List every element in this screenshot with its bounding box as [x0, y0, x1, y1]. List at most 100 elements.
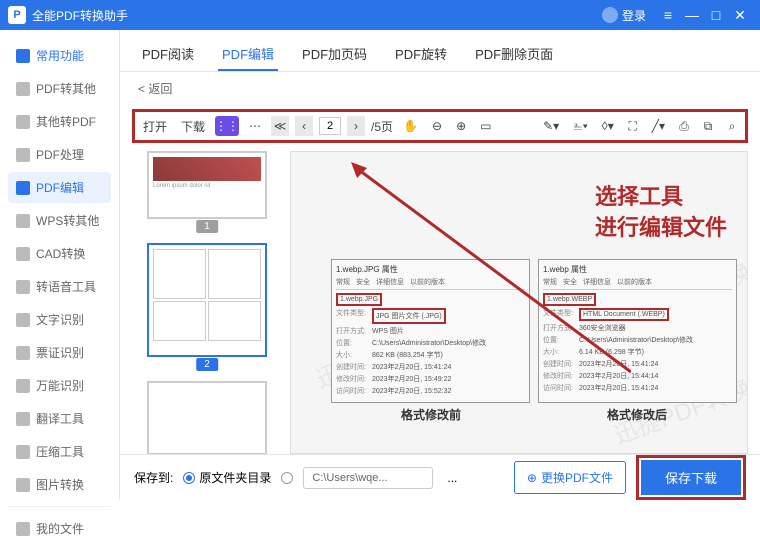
sidebar-label: CAD转换 [36, 245, 85, 262]
prev-page-button[interactable]: ‹ [295, 116, 313, 136]
search-icon[interactable]: ⌕ [723, 116, 741, 136]
tab-1[interactable]: PDF编辑 [218, 38, 278, 71]
sidebar-icon [16, 181, 30, 195]
sidebar-icon [16, 445, 30, 459]
sidebar-icon [16, 280, 30, 294]
sidebar-icon [16, 148, 30, 162]
app-logo-icon: P [8, 6, 26, 24]
change-pdf-button[interactable]: ⊕ 更换PDF文件 [514, 461, 626, 494]
thumbnail-2[interactable]: 2 [147, 243, 267, 357]
sidebar-icon [16, 379, 30, 393]
tab-0[interactable]: PDF阅读 [138, 38, 198, 71]
minimize-button[interactable]: — [680, 7, 704, 23]
dlg-acc: 2023年2月20日, 15:41:24 [579, 383, 658, 393]
plus-icon: ⊕ [527, 471, 537, 485]
save-button-highlight: 保存下载 [636, 455, 746, 500]
text-tool-icon[interactable]: ⎁▾ [569, 116, 592, 136]
sidebar-item-14[interactable]: 我的文件 [8, 513, 111, 544]
thumbnail-3[interactable]: 3 [147, 381, 267, 454]
sidebar-icon [16, 82, 30, 96]
sidebar-item-9[interactable]: 票证识别 [8, 337, 111, 368]
toolbar-highlight: 打开 下载 ⋮⋮ ⋯ ≪ ‹ › /5页 ✋ ⊖ ⊕ ▭ ✎▾ ⎁▾ ◊▾ ⛶ … [132, 109, 748, 143]
close-button[interactable]: ✕ [728, 7, 752, 24]
print-icon[interactable]: ⎙ [675, 116, 693, 136]
page-total: /5页 [371, 118, 393, 135]
sidebar: 常用功能 PDF转其他其他转PDF PDF处理 PDF编辑 WPS转其他 CAD转换转语音… [0, 30, 120, 500]
sidebar-icon [16, 247, 30, 261]
back-button[interactable]: < 返回 [120, 72, 760, 105]
open-button[interactable]: 打开 [139, 116, 171, 136]
sidebar-label: 其他转PDF [36, 113, 96, 130]
hand-tool-icon[interactable]: ✋ [399, 116, 422, 136]
more-icon[interactable]: ⋯ [245, 116, 265, 136]
sidebar-label: 万能识别 [36, 377, 84, 394]
browse-button[interactable]: ... [443, 468, 461, 488]
sidebar-icon [16, 49, 30, 63]
sidebar-label: 转语音工具 [36, 278, 96, 295]
tabs: PDF阅读 PDF编辑 PDF加页码 PDF旋转 PDF删除页面 [120, 30, 760, 72]
sidebar-item-0[interactable]: 常用功能 [8, 40, 111, 71]
copy-icon[interactable]: ⧉ [699, 116, 717, 136]
sidebar-item-10[interactable]: 万能识别 [8, 370, 111, 401]
toolbar: 打开 下载 ⋮⋮ ⋯ ≪ ‹ › /5页 ✋ ⊖ ⊕ ▭ ✎▾ ⎁▾ ◊▾ ⛶ … [139, 116, 741, 136]
fit-page-icon[interactable]: ▭ [476, 116, 495, 136]
sidebar-item-5[interactable]: WPS转其他 [8, 205, 111, 236]
sidebar-label: 常用功能 [36, 47, 84, 64]
line-tool-icon[interactable]: ╱▾ [648, 116, 669, 136]
caption-after: 格式修改后 [607, 406, 667, 423]
path-display[interactable]: C:\Users\wqe... [303, 467, 433, 489]
sidebar-item-11[interactable]: 翻译工具 [8, 403, 111, 434]
sidebar-icon [16, 115, 30, 129]
change-label: 更换PDF文件 [541, 469, 613, 486]
sidebar-item-3[interactable]: PDF处理 [8, 139, 111, 170]
tab-3[interactable]: PDF旋转 [391, 38, 451, 71]
app-title: 全能PDF转换助手 [32, 7, 128, 24]
sidebar-icon [16, 214, 30, 228]
radio-original-folder[interactable]: 原文件夹目录 [183, 469, 271, 486]
sidebar-item-7[interactable]: 转语音工具 [8, 271, 111, 302]
save-download-button[interactable]: 保存下载 [641, 460, 741, 495]
first-page-button[interactable]: ≪ [271, 116, 289, 136]
view-grid-icon[interactable]: ⋮⋮ [215, 116, 239, 136]
sidebar-item-2[interactable]: 其他转PDF [8, 106, 111, 137]
sidebar-item-12[interactable]: 压缩工具 [8, 436, 111, 467]
preview-area[interactable]: 迅捷PDF转换器 迅捷PDF转换器 迅捷PDF转换器 选择工具 进行编辑文件 1… [290, 151, 748, 454]
sidebar-label: PDF转其他 [36, 80, 96, 97]
highlight-tool-icon[interactable]: ✎▾ [539, 116, 563, 136]
sidebar-item-6[interactable]: CAD转换 [8, 238, 111, 269]
tab-2[interactable]: PDF加页码 [298, 38, 371, 71]
radio-label: 原文件夹目录 [199, 469, 271, 486]
sidebar-label: 图片转换 [36, 476, 84, 493]
sidebar-item-8[interactable]: 文字识别 [8, 304, 111, 335]
sidebar-item-4[interactable]: PDF编辑 [8, 172, 111, 203]
arrow-annotation-icon [351, 162, 631, 382]
download-button[interactable]: 下载 [177, 116, 209, 136]
thumbnail-1[interactable]: Lorem ipsum dolor sit1 [147, 151, 267, 219]
zoom-out-icon[interactable]: ⊖ [428, 116, 446, 136]
sidebar-icon [16, 313, 30, 327]
dlg-acc: 2023年2月20日, 15:52:32 [372, 386, 451, 396]
maximize-button[interactable]: □ [704, 7, 728, 23]
sidebar-icon [16, 478, 30, 492]
callout-line2: 进行编辑文件 [595, 213, 727, 244]
sidebar-label: 我的文件 [36, 520, 84, 537]
zoom-in-icon[interactable]: ⊕ [452, 116, 470, 136]
sidebar-item-1[interactable]: PDF转其他 [8, 73, 111, 104]
login-label: 登录 [622, 7, 646, 24]
menu-icon[interactable]: ≡ [656, 7, 680, 23]
caption-before: 格式修改前 [401, 406, 461, 423]
sidebar-label: 翻译工具 [36, 410, 84, 427]
page-input[interactable] [319, 117, 341, 135]
sidebar-item-13[interactable]: 图片转换 [8, 469, 111, 500]
crop-tool-icon[interactable]: ⛶ [624, 116, 642, 136]
sidebar-icon [16, 522, 30, 536]
radio-custom-folder[interactable] [281, 472, 293, 484]
tab-4[interactable]: PDF删除页面 [471, 38, 557, 71]
page-number: 2 [196, 358, 218, 371]
annotation-callout: 选择工具 进行编辑文件 [595, 182, 727, 244]
sidebar-icon [16, 346, 30, 360]
sidebar-label: PDF编辑 [36, 179, 84, 196]
shape-tool-icon[interactable]: ◊▾ [598, 116, 618, 136]
next-page-button[interactable]: › [347, 116, 365, 136]
login-button[interactable]: 登录 [602, 7, 646, 24]
